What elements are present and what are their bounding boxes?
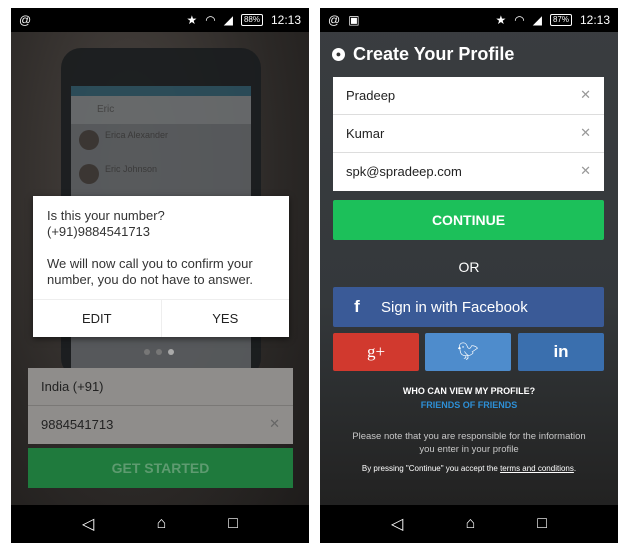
facebook-signin-button[interactable]: f Sign in with Facebook xyxy=(333,287,604,327)
page-dot xyxy=(144,349,150,355)
phone-value: 9884541713 xyxy=(41,417,114,432)
confirm-number-dialog: Is this your number? (+91)9884541713 We … xyxy=(33,196,289,337)
back-icon[interactable]: ◁ xyxy=(391,514,403,534)
clear-icon[interactable]: ✕ xyxy=(580,163,591,179)
nav-bar: ◁ ⌂ □ xyxy=(320,505,618,543)
phone-screen-profile: @ ▣ ★ ◠ ◢ 87% 12:13 ● Create Your Profil… xyxy=(320,8,618,543)
get-started-button[interactable]: GET STARTED xyxy=(28,448,293,488)
clock: 12:13 xyxy=(579,13,610,27)
image-icon: ▣ xyxy=(348,13,360,27)
email-input[interactable]: spk@spradeep.com ✕ xyxy=(333,153,604,191)
signal-icon: ◢ xyxy=(223,13,233,27)
terms-link[interactable]: terms and conditions xyxy=(500,464,574,473)
google-plus-button[interactable]: g+ xyxy=(333,333,419,371)
status-bar: @ ★ ◠ ◢ 88% 12:13 xyxy=(11,8,309,32)
wifi-icon: ◠ xyxy=(514,13,525,27)
clear-icon[interactable]: ✕ xyxy=(580,87,591,103)
terms-suffix: . xyxy=(573,464,577,473)
page-title-text: Create Your Profile xyxy=(353,44,515,64)
clear-icon[interactable]: ✕ xyxy=(580,125,591,141)
edit-button[interactable]: EDIT xyxy=(33,300,162,337)
star-icon: ★ xyxy=(495,13,507,27)
twitter-button[interactable]: 🐦︎ xyxy=(425,333,511,371)
background-contact: Erica Alexander xyxy=(71,124,251,158)
dialog-question: Is this your number? xyxy=(47,208,165,223)
star-icon: ★ xyxy=(186,13,198,27)
linkedin-button[interactable]: in xyxy=(518,333,604,371)
phone-screen-verify: @ ★ ◠ ◢ 88% 12:13 Eric Erica Alexander E… xyxy=(11,8,309,543)
status-bar: @ ▣ ★ ◠ ◢ 87% 12:13 xyxy=(320,8,618,32)
at-icon: @ xyxy=(19,13,32,27)
first-name-input[interactable]: Pradeep ✕ xyxy=(333,77,604,115)
email-value: spk@spradeep.com xyxy=(346,164,462,179)
user-icon: ● xyxy=(332,48,345,61)
visibility-link[interactable]: FRIENDS OF FRIENDS xyxy=(320,400,618,410)
nav-bar: ◁ ⌂ □ xyxy=(11,505,309,543)
battery-indicator: 87% xyxy=(549,14,572,26)
last-name-input[interactable]: Kumar ✕ xyxy=(333,115,604,153)
facebook-icon: f xyxy=(354,297,360,316)
linkedin-icon: in xyxy=(553,342,569,361)
page-title: ● Create Your Profile xyxy=(332,44,514,65)
clock: 12:13 xyxy=(270,13,301,27)
home-icon[interactable]: ⌂ xyxy=(156,515,166,533)
dialog-number: (+91)9884541713 xyxy=(47,224,151,239)
background-search: Eric xyxy=(71,96,251,124)
country-value: India (+91) xyxy=(41,379,104,394)
recents-icon[interactable]: □ xyxy=(537,515,547,533)
recents-icon[interactable]: □ xyxy=(228,515,238,533)
page-indicator xyxy=(144,349,174,355)
visibility-heading: WHO CAN VIEW MY PROFILE? xyxy=(402,386,536,396)
background-contact: Eric Johnson xyxy=(71,158,251,192)
home-icon[interactable]: ⌂ xyxy=(465,515,475,533)
country-select[interactable]: India (+91) xyxy=(28,368,293,406)
terms-prefix: By pressing "Continue" you accept the xyxy=(361,464,501,473)
twitter-icon: 🐦︎ xyxy=(457,342,479,361)
battery-indicator: 88% xyxy=(240,14,263,26)
first-name-value: Pradeep xyxy=(346,88,396,103)
google-plus-icon: g+ xyxy=(366,342,386,361)
continue-button[interactable]: CONTINUE xyxy=(333,200,604,240)
responsibility-note: Please note that you are responsible for… xyxy=(352,431,586,455)
wifi-icon: ◠ xyxy=(205,13,216,27)
signal-icon: ◢ xyxy=(532,13,542,27)
back-icon[interactable]: ◁ xyxy=(82,514,94,534)
yes-button[interactable]: YES xyxy=(162,300,290,337)
at-icon: @ xyxy=(328,13,341,27)
facebook-label: Sign in with Facebook xyxy=(381,298,528,316)
clear-icon[interactable]: ✕ xyxy=(269,416,280,432)
or-divider: OR xyxy=(458,259,480,275)
page-dot xyxy=(156,349,162,355)
last-name-value: Kumar xyxy=(346,126,385,141)
dialog-message: We will now call you to confirm your num… xyxy=(47,256,253,287)
terms-text: By pressing "Continue" you accept the te… xyxy=(320,464,618,473)
phone-input[interactable]: 9884541713 ✕ xyxy=(28,406,293,444)
page-dot-active xyxy=(168,349,174,355)
